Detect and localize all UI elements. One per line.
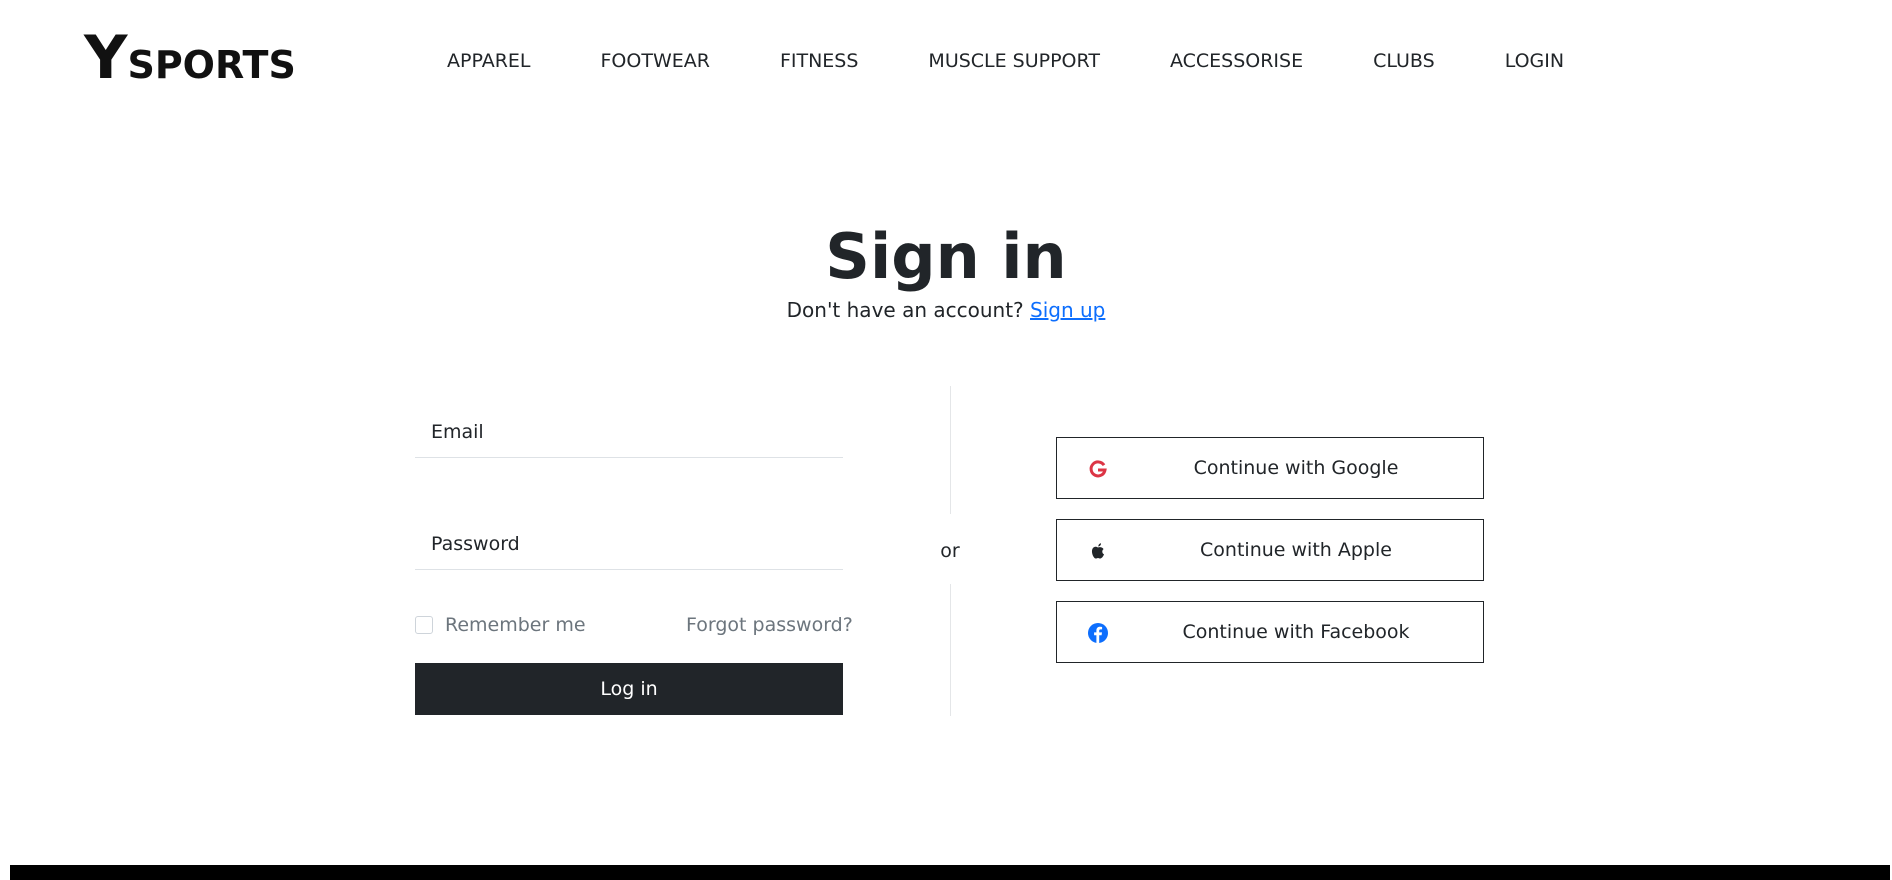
continue-with-apple-button[interactable]: Continue with Apple: [1056, 519, 1484, 581]
main-nav: APPAREL FOOTWEAR FITNESS MUSCLE SUPPORT …: [447, 50, 1564, 72]
facebook-icon: [1087, 622, 1109, 644]
divider-line-top: [950, 386, 951, 514]
email-field[interactable]: [415, 406, 843, 458]
nav-item-clubs[interactable]: CLUBS: [1373, 50, 1435, 72]
page-title: Sign in: [825, 220, 1067, 293]
nav-item-login[interactable]: LOGIN: [1505, 50, 1564, 72]
logo-initial: Y: [84, 23, 128, 93]
site-header: YSPORTS APPAREL FOOTWEAR FITNESS MUSCLE …: [0, 0, 1892, 130]
nav-item-footwear[interactable]: FOOTWEAR: [601, 50, 710, 72]
logo-text: SPORTS: [127, 43, 296, 87]
footer-bar: [10, 865, 1890, 880]
facebook-button-label: Continue with Facebook: [1182, 621, 1410, 643]
password-field[interactable]: [415, 518, 843, 570]
forgot-password-link[interactable]: Forgot password?: [686, 614, 853, 636]
site-logo[interactable]: YSPORTS: [84, 28, 296, 88]
login-button[interactable]: Log in: [415, 663, 843, 715]
signup-link[interactable]: Sign up: [1030, 298, 1105, 322]
divider-or: or: [940, 540, 960, 562]
apple-icon: [1087, 540, 1109, 562]
continue-with-facebook-button[interactable]: Continue with Facebook: [1056, 601, 1484, 663]
nav-item-fitness[interactable]: FITNESS: [780, 50, 858, 72]
google-icon: [1087, 458, 1109, 480]
google-button-label: Continue with Google: [1193, 457, 1399, 479]
continue-with-google-button[interactable]: Continue with Google: [1056, 437, 1484, 499]
apple-button-label: Continue with Apple: [1200, 539, 1392, 561]
remember-me-label: Remember me: [445, 614, 586, 636]
remember-me-checkbox[interactable]: [415, 616, 433, 634]
nav-item-muscle-support[interactable]: MUSCLE SUPPORT: [928, 50, 1100, 72]
nav-item-accessorise[interactable]: ACCESSORISE: [1170, 50, 1303, 72]
divider-line-bottom: [950, 584, 951, 716]
signup-prompt-text: Don't have an account?: [786, 298, 1024, 322]
nav-item-apparel[interactable]: APPAREL: [447, 50, 531, 72]
signup-prompt: Don't have an account? Sign up: [0, 298, 1892, 322]
remember-me: Remember me: [415, 614, 586, 636]
